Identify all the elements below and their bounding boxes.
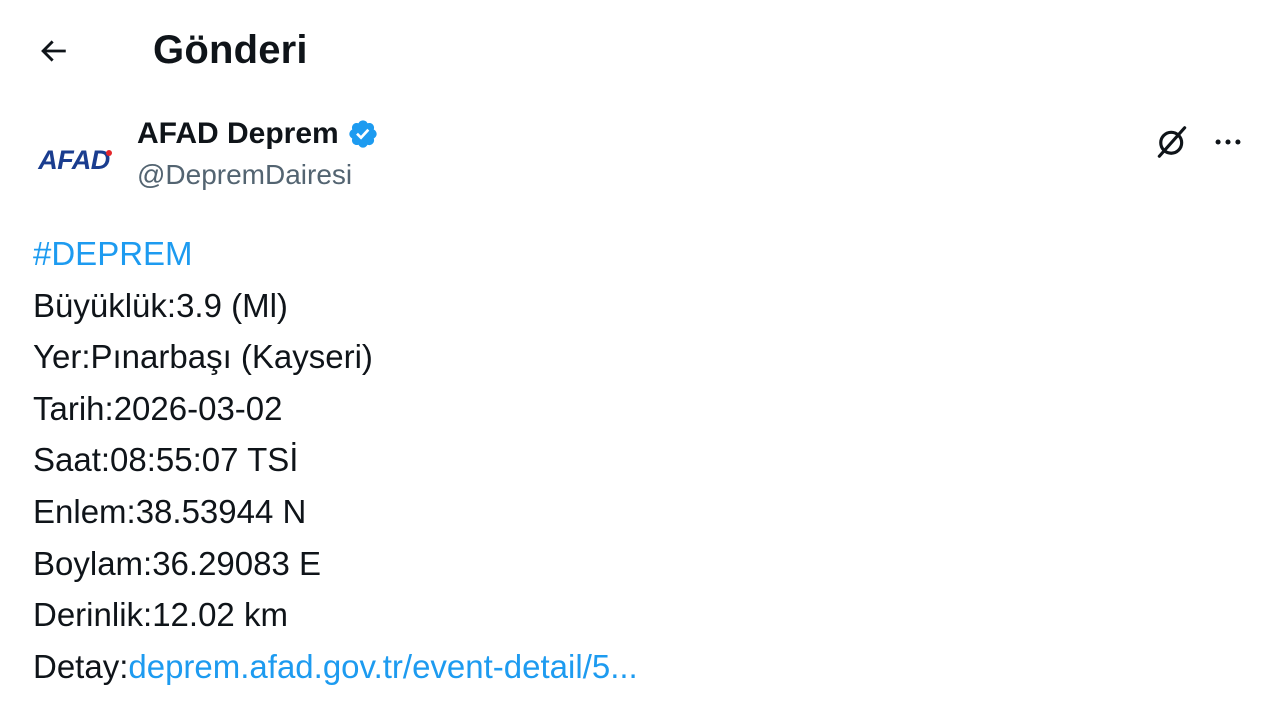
verified-badge-icon xyxy=(349,120,377,148)
avatar[interactable]: AFAD xyxy=(30,124,118,188)
post-line-latitude: Enlem:38.53944 N xyxy=(33,492,307,530)
header: Gönderi xyxy=(0,0,1280,100)
post-text: #DEPREM Büyüklük:3.9 (Ml) Yer:Pınarbaşı … xyxy=(33,228,1243,692)
grok-icon xyxy=(1157,126,1187,158)
arrow-left-icon xyxy=(41,40,66,62)
post-line-date: Tarih:2026-03-02 xyxy=(33,389,283,427)
hashtag-link[interactable]: #DEPREM xyxy=(33,228,1243,280)
post-author-row: AFAD AFAD Deprem @DepremDairesi xyxy=(0,108,1280,198)
back-button[interactable] xyxy=(30,28,76,74)
more-horizontal-icon xyxy=(1215,139,1241,145)
grok-button[interactable] xyxy=(1150,120,1194,164)
detail-link[interactable]: deprem.afad.gov.tr/event-detail/5... xyxy=(128,648,637,685)
author-name-line: AFAD Deprem xyxy=(137,116,379,152)
post-line-location: Yer:Pınarbaşı (Kayseri) xyxy=(33,338,373,376)
detail-label: Detay: xyxy=(33,647,129,685)
afad-logo: AFAD xyxy=(38,144,110,175)
post-line-longitude: Boylam:36.29083 E xyxy=(33,544,322,582)
post-line-depth: Derinlik:12.02 km xyxy=(33,596,288,634)
post-line-magnitude: Büyüklük:3.9 (Ml) xyxy=(33,286,288,324)
more-button[interactable] xyxy=(1206,120,1250,164)
page-title: Gönderi xyxy=(153,28,308,72)
author-display-name[interactable]: AFAD Deprem xyxy=(137,116,339,152)
post-line-detail: Detay:deprem.afad.gov.tr/event-detail/5.… xyxy=(33,641,1243,693)
afad-logo-dot xyxy=(106,150,112,156)
post-line-time: Saat:08:55:07 TSİ xyxy=(33,441,299,479)
author-handle[interactable]: @DepremDairesi xyxy=(137,158,352,192)
